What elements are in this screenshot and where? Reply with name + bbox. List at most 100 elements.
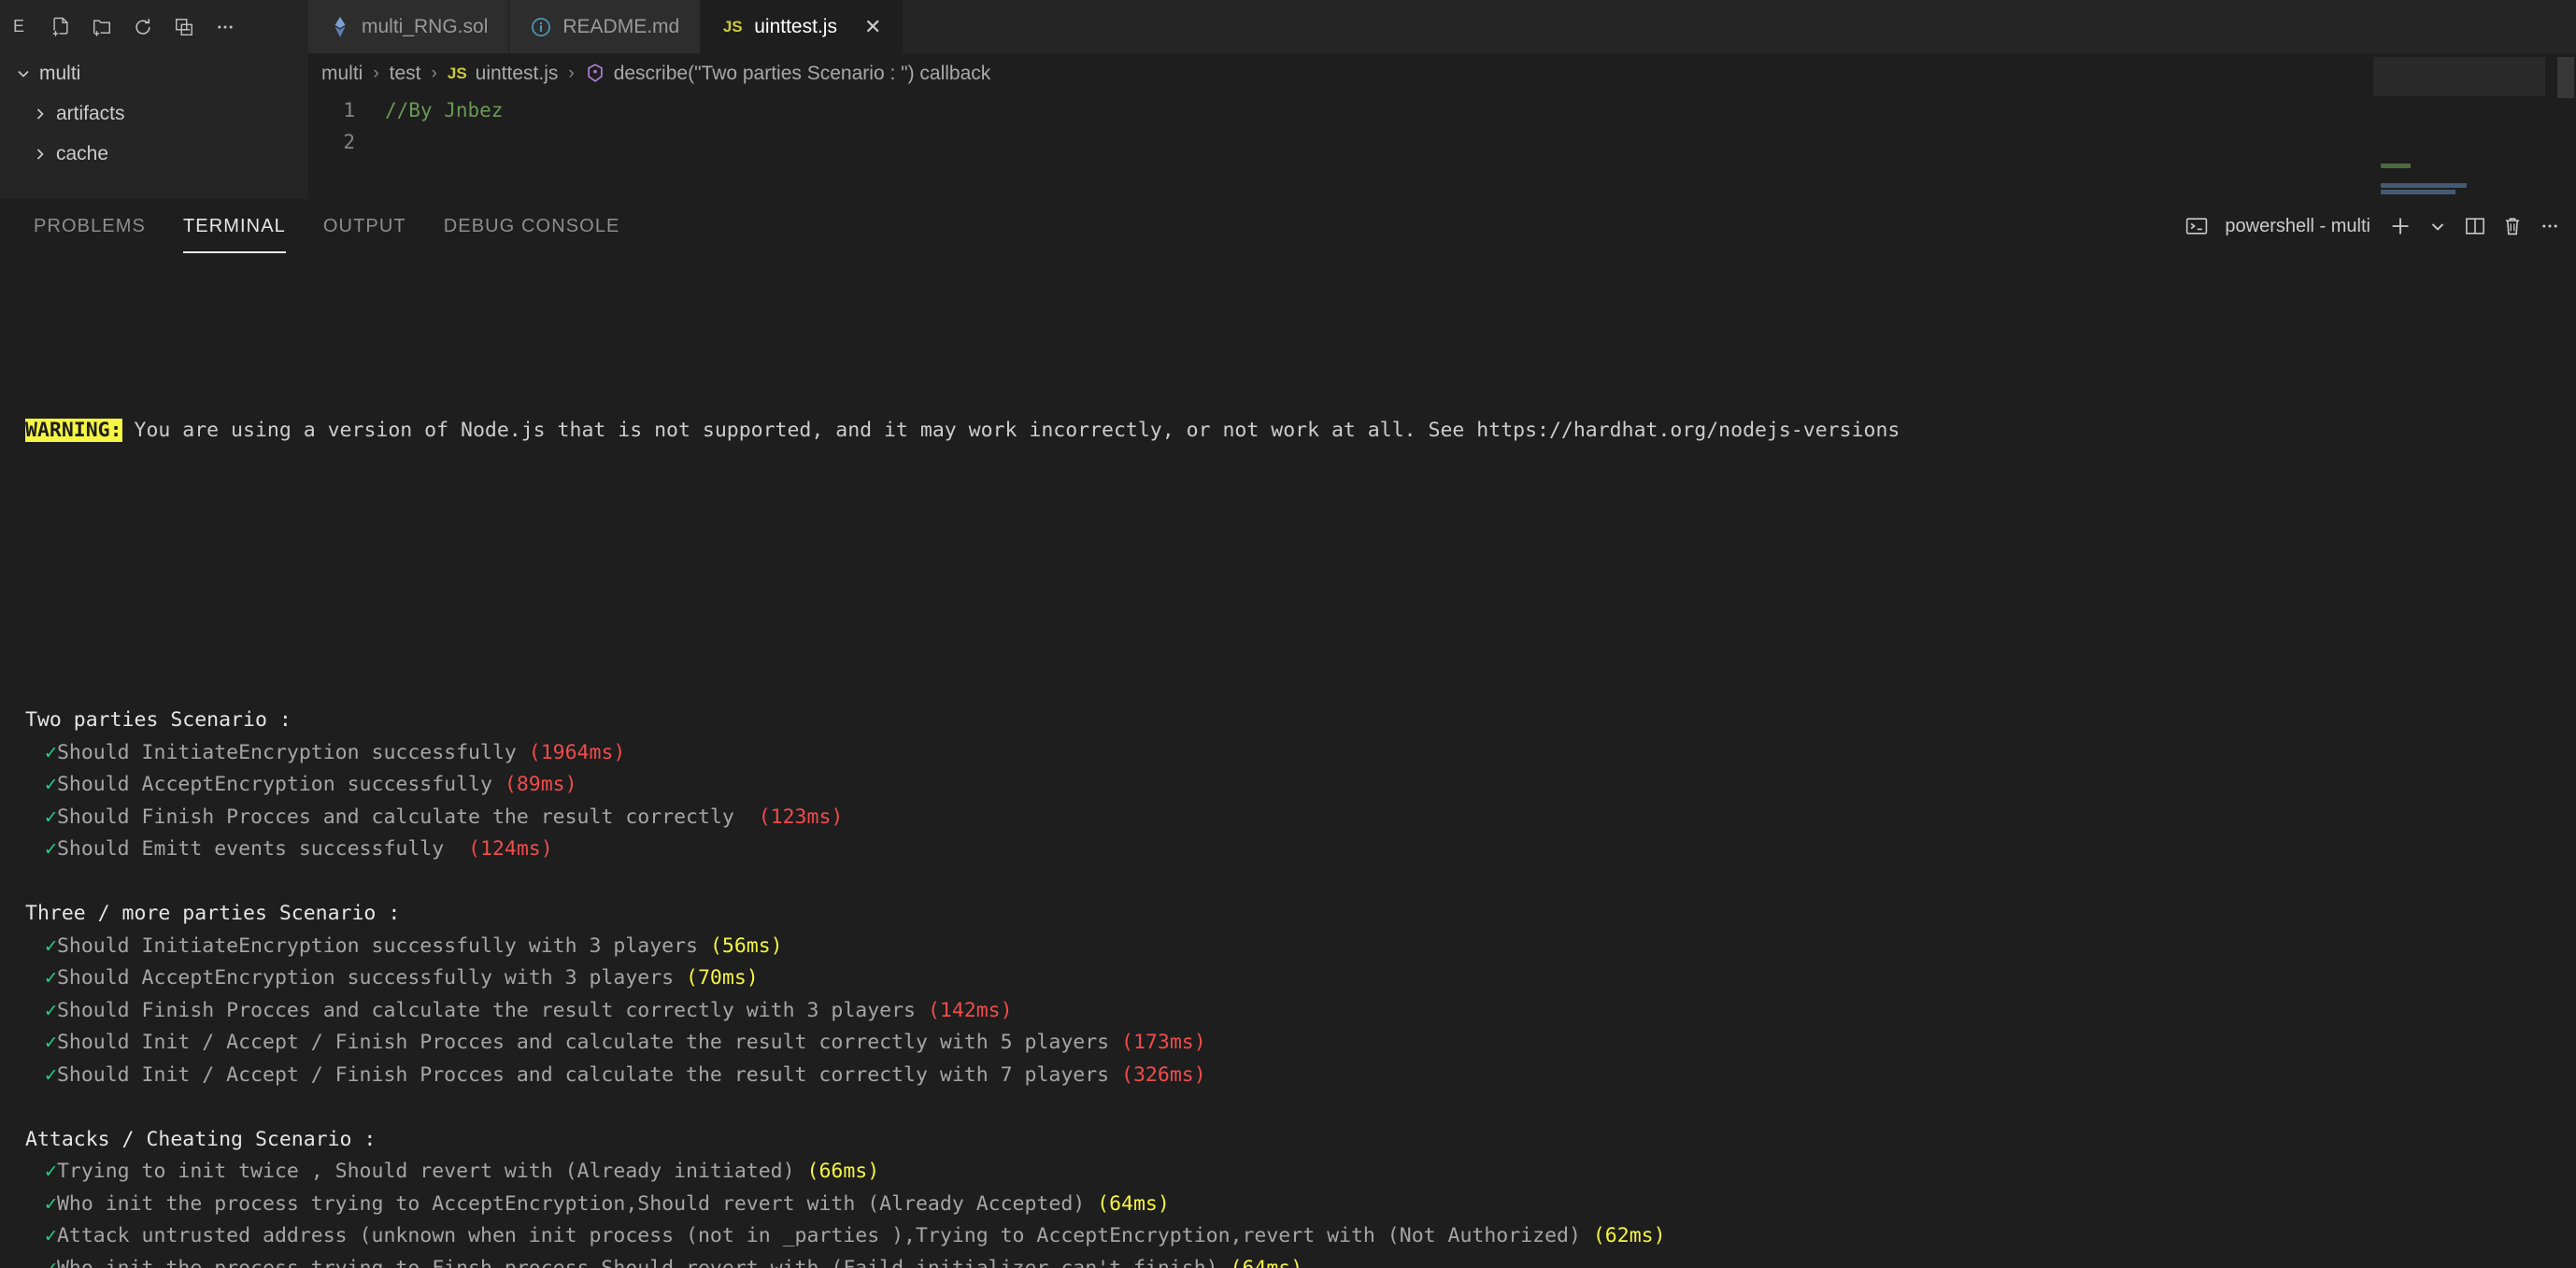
terminal-test-results: Two parties Scenario : ✓Should InitiateEn… [0, 705, 2576, 1268]
warning-text: You are using a version of Node.js that … [121, 418, 1900, 442]
javascript-icon: JS [721, 16, 744, 38]
terminal-test-row: ✓Should AcceptEncryption successfully wi… [0, 962, 2576, 995]
check-icon: ✓ [45, 1031, 57, 1054]
terminal-test-row: ✓Who init the process trying to Finsh pr… [0, 1253, 2576, 1268]
code-editor[interactable]: 1 //By Jnbez 2 [308, 94, 2576, 158]
check-icon: ✓ [45, 740, 57, 764]
explorer-toolbar: E [0, 0, 308, 53]
test-duration: (326ms) [1121, 1062, 1206, 1087]
panel-more-actions-icon[interactable] [2531, 207, 2569, 245]
check-icon: ✓ [45, 998, 57, 1022]
new-file-icon[interactable] [47, 13, 75, 41]
panel-tab-bar: PROBLEMS TERMINAL OUTPUT DEBUG CONSOLE p… [0, 199, 2576, 253]
check-icon: ✓ [45, 1191, 57, 1216]
collapse-all-icon[interactable] [170, 13, 198, 41]
sidebar-item-cache[interactable]: cache [0, 134, 308, 174]
breadcrumb-item-symbol[interactable]: describe("Two parties Scenario : ") call… [614, 63, 991, 85]
section-title-text: Attacks / Cheating Scenario : [25, 1127, 377, 1151]
terminal-output[interactable]: WARNING: You are using a version of Node… [0, 253, 2576, 1268]
tab-label: README.md [562, 15, 680, 37]
check-icon: ✓ [45, 837, 57, 861]
minimap[interactable] [2373, 98, 2537, 199]
tab-README-md[interactable]: README.md [509, 0, 702, 53]
tab-debug-console[interactable]: DEBUG CONSOLE [425, 199, 639, 253]
test-description: Should Init / Accept / Finish Procces an… [56, 1062, 1122, 1087]
test-description: Who init the process trying to Finsh pro… [56, 1256, 1231, 1268]
terminal-test-row: ✓Trying to init twice , Should revert wi… [0, 1156, 2576, 1189]
split-terminal-icon[interactable] [2456, 207, 2494, 245]
tab-problems[interactable]: PROBLEMS [15, 199, 164, 253]
tabstrip-filler [903, 0, 2576, 53]
chevron-down-icon [7, 64, 39, 83]
bottom-panel: PROBLEMS TERMINAL OUTPUT DEBUG CONSOLE p… [0, 199, 2576, 1268]
tab-label: uinttest.js [754, 15, 837, 37]
test-description: Should Emitt events successfully [56, 837, 469, 861]
test-description: Who init the process trying to AcceptEnc… [56, 1191, 1098, 1216]
refresh-icon[interactable] [129, 13, 157, 41]
terminal-test-row: ✓Should Init / Accept / Finish Procces a… [0, 1027, 2576, 1060]
sidebar-item-multi[interactable]: multi [0, 53, 308, 93]
test-duration: (62ms) [1592, 1224, 1666, 1247]
editor-tabs: multi_RNG.sol README.md JS uinttest.js ✕ [308, 0, 2576, 53]
chevron-down-icon[interactable] [2419, 207, 2456, 245]
terminal-test-row: ✓Who init the process trying to AcceptEn… [0, 1189, 2576, 1221]
test-duration: (70ms) [686, 966, 759, 990]
test-duration: (123ms) [758, 805, 844, 829]
tab-output[interactable]: OUTPUT [305, 199, 425, 253]
terminal-test-row: ✓Should Finish Procces and calculate the… [0, 995, 2576, 1028]
markdown-info-icon [530, 16, 552, 38]
code-text: //By Jnbez [385, 99, 504, 121]
terminal-section-title: Two parties Scenario : [0, 705, 2576, 737]
code-line: 2 [308, 126, 2576, 158]
terminal-test-row: ✓Should InitiateEncryption successfully … [0, 931, 2576, 963]
chevron-right-icon [24, 145, 56, 164]
scrollbar-thumb[interactable] [2557, 57, 2574, 98]
terminal-test-row: ✓Should InitiateEncryption successfully … [0, 737, 2576, 770]
test-duration: (173ms) [1121, 1031, 1206, 1054]
javascript-icon: JS [447, 64, 467, 82]
terminal-instance-name[interactable]: powershell - multi [2225, 216, 2370, 237]
line-number: 2 [343, 131, 355, 153]
check-icon: ✓ [45, 1224, 57, 1247]
sidebar-item-label: artifacts [56, 102, 125, 124]
js-badge-text: JS [722, 17, 743, 36]
line-number: 1 [343, 99, 355, 121]
new-folder-icon[interactable] [88, 13, 116, 41]
sidebar-item-label: multi [39, 62, 81, 84]
terminal-section-title: Three / more parties Scenario : [0, 898, 2576, 931]
check-icon: ✓ [45, 773, 57, 796]
terminal-warning-line: WARNING: You are using a version of Node… [0, 415, 2576, 448]
section-title-text: Three / more parties Scenario : [25, 902, 401, 925]
test-duration: (1964ms) [528, 740, 626, 764]
explorer-tree: multi artifacts cache [0, 53, 308, 199]
tab-label: multi_RNG.sol [362, 15, 489, 37]
editor-scrollbar[interactable] [2555, 53, 2576, 199]
kill-terminal-icon[interactable] [2494, 207, 2531, 245]
test-description: Should Init / Accept / Finish Procces an… [56, 1031, 1122, 1054]
new-terminal-icon[interactable] [2382, 207, 2419, 245]
breadcrumb-item-test[interactable]: test [390, 63, 421, 85]
terminal-test-row: ✓Should Emitt events successfully (124ms… [0, 833, 2576, 866]
tab-terminal[interactable]: TERMINAL [164, 199, 305, 253]
check-icon: ✓ [45, 933, 57, 958]
close-icon[interactable]: ✕ [864, 16, 881, 37]
check-icon: ✓ [45, 805, 57, 829]
test-description: Should InitiateEncryption successfully w… [56, 933, 710, 958]
test-duration: (64ms) [1230, 1256, 1303, 1268]
terminal-shell-icon [2178, 207, 2215, 245]
terminal-test-row: ✓Should AcceptEncryption successfully (8… [0, 769, 2576, 802]
minimap-slider[interactable] [2373, 57, 2545, 96]
breadcrumb-item-multi[interactable]: multi [321, 63, 363, 85]
check-icon: ✓ [45, 1256, 57, 1268]
tab-multi_RNG-sol[interactable]: multi_RNG.sol [308, 0, 510, 53]
test-description: Attack untrusted address (unknown when i… [56, 1224, 1593, 1247]
check-icon: ✓ [45, 1062, 57, 1087]
test-duration: (142ms) [927, 998, 1013, 1022]
solidity-icon [329, 16, 351, 38]
sidebar-item-artifacts[interactable]: artifacts [0, 93, 308, 134]
tab-uinttest-js[interactable]: JS uinttest.js ✕ [701, 0, 904, 53]
more-actions-icon[interactable] [211, 13, 239, 41]
breadcrumb-item-file[interactable]: uinttest.js [476, 63, 559, 85]
